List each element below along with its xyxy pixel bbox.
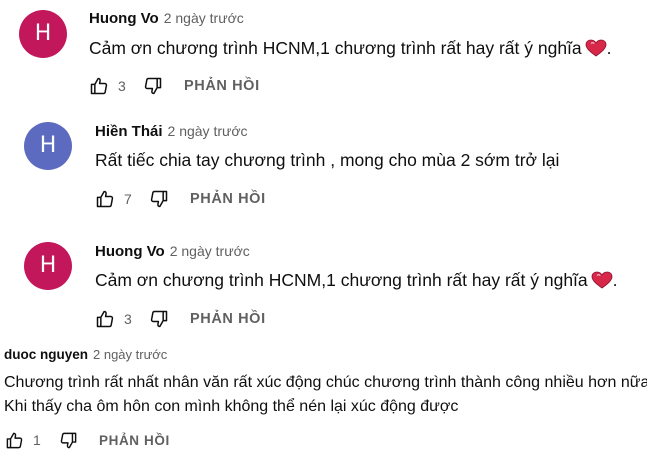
comment-line: Rất tiếc chia tay chương trình , mong ch… <box>95 150 560 170</box>
comment-line: Khi thấy cha ôm hôn con mình không thể n… <box>4 398 459 415</box>
reply-button[interactable]: PHẢN HỒI <box>184 78 260 94</box>
reply-button[interactable]: PHẢN HỒI <box>99 433 170 448</box>
comment-header: Huong Vo 2 ngày trước <box>89 10 244 27</box>
comment-text: Chương trình rất nhất nhân văn rất xúc đ… <box>4 371 647 419</box>
like-count: 1 <box>33 432 41 448</box>
like-count: 3 <box>118 78 126 94</box>
comment-time[interactable]: 2 ngày trước <box>170 243 250 259</box>
heart-icon <box>585 39 607 64</box>
comment-actions: 1 PHẢN HỒI <box>3 428 170 452</box>
avatar-letter: H <box>39 253 57 278</box>
comment-header: duoc nguyen 2 ngày trước <box>4 347 167 362</box>
like-count: 3 <box>124 311 132 327</box>
comment-actions: 3 PHẢN HỒI <box>94 307 266 331</box>
comment-header: Hiền Thái 2 ngày trước <box>95 123 248 140</box>
like-icon[interactable] <box>94 188 116 210</box>
dislike-icon[interactable] <box>148 308 170 330</box>
comment-author[interactable]: Huong Vo <box>89 10 159 27</box>
comment-line: Cảm ơn chương trình HCNM,1 chương trình … <box>89 38 582 58</box>
comment-author[interactable]: Huong Vo <box>95 243 165 260</box>
like-icon[interactable] <box>94 308 116 330</box>
avatar-letter: H <box>34 21 52 46</box>
like-icon[interactable] <box>88 75 110 97</box>
comment-suffix: . <box>612 270 618 290</box>
comment-header: Huong Vo 2 ngày trước <box>95 243 250 260</box>
like-icon[interactable] <box>3 429 25 451</box>
avatar[interactable]: H <box>24 242 72 290</box>
avatar-letter: H <box>39 133 57 158</box>
comment-author[interactable]: Hiền Thái <box>95 123 163 140</box>
comment-text: Cảm ơn chương trình HCNM,1 chương trình … <box>95 268 618 296</box>
comment-author[interactable]: duoc nguyen <box>4 347 88 362</box>
comment-time[interactable]: 2 ngày trước <box>168 123 248 139</box>
like-count: 7 <box>124 191 132 207</box>
avatar[interactable]: H <box>24 122 72 170</box>
comment-line: Cảm ơn chương trình HCNM,1 chương trình … <box>95 270 588 290</box>
reply-button[interactable]: PHẢN HỒI <box>190 191 266 207</box>
avatar[interactable]: H <box>19 10 67 58</box>
comment-line: Chương trình rất nhất nhân văn rất xúc đ… <box>4 374 647 391</box>
comment-actions: 3 PHẢN HỒI <box>88 74 260 98</box>
comment-text: Cảm ơn chương trình HCNM,1 chương trình … <box>89 36 612 64</box>
dislike-icon[interactable] <box>148 188 170 210</box>
reply-button[interactable]: PHẢN HỒI <box>190 311 266 327</box>
heart-icon <box>591 271 613 296</box>
comment-text: Rất tiếc chia tay chương trình , mong ch… <box>95 148 559 173</box>
comment-actions: 7 PHẢN HỒI <box>94 187 266 211</box>
dislike-icon[interactable] <box>142 75 164 97</box>
comment-time[interactable]: 2 ngày trước <box>164 10 244 26</box>
comment-suffix: . <box>606 38 612 58</box>
comment-time[interactable]: 2 ngày trước <box>93 347 167 362</box>
dislike-icon[interactable] <box>57 429 79 451</box>
